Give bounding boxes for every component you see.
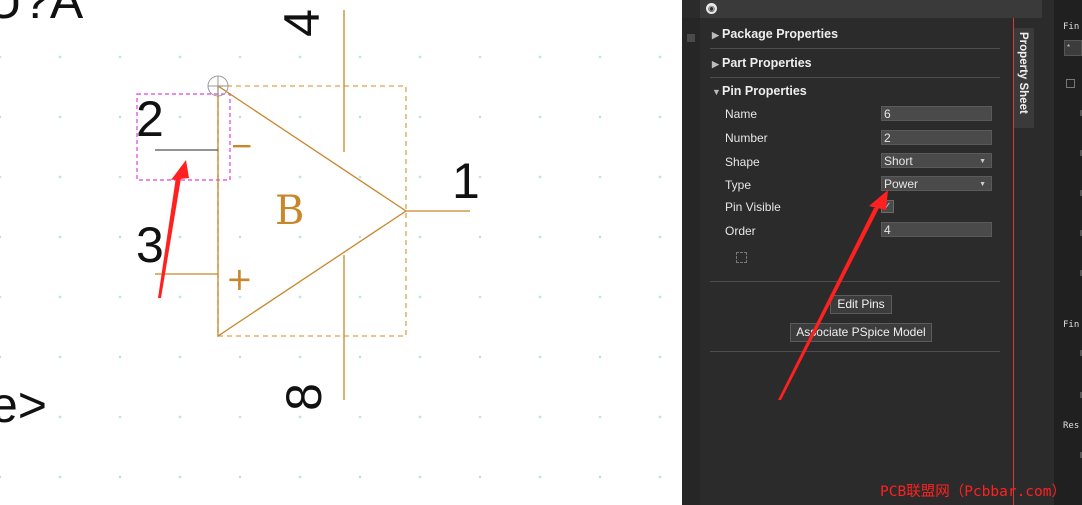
schematic-drawing: − + B	[136, 10, 470, 400]
type-label: Type	[725, 178, 752, 192]
expand-triangle-icon: ▶	[712, 59, 719, 69]
watermark-text: PCB联盟网（Pcbbar.com）	[880, 484, 1066, 500]
reference-designator: U?A	[0, 0, 84, 29]
schematic-canvas[interactable]: − + B U?A e> 4 8 2 3 1	[0, 0, 682, 505]
panel-title-bar: ◉	[700, 0, 1042, 18]
divider	[710, 351, 1000, 352]
pin-number-1[interactable]: 1	[452, 156, 480, 206]
gutter-handle-icon[interactable]	[687, 34, 695, 42]
minus-symbol: −	[230, 129, 253, 162]
find-input[interactable]: *	[1064, 40, 1082, 56]
section-letter: B	[275, 188, 304, 234]
name-label: Name	[725, 107, 758, 121]
results-label: Res	[1063, 421, 1080, 431]
property-sheet-panel: ◉ ▶ Package Properties ▶ Part Properties ▼…	[682, 0, 1042, 505]
pin-visible-label: Pin Visible	[725, 200, 781, 214]
divider	[710, 48, 1000, 49]
associate-pspice-model-button[interactable]: Associate PSpice Model	[790, 323, 932, 342]
collapse-triangle-icon: ▼	[712, 87, 721, 97]
divider	[710, 281, 1000, 282]
order-field[interactable]: 4	[881, 222, 992, 237]
plus-symbol: +	[226, 260, 253, 298]
name-field[interactable]: 6	[881, 106, 992, 121]
section-package-properties[interactable]: ▶ Package Properties	[712, 27, 838, 41]
edit-pins-button[interactable]: Edit Pins	[830, 295, 892, 314]
shape-label: Shape	[725, 155, 760, 169]
number-label: Number	[725, 131, 768, 145]
pin-visible-checkbox[interactable]: ✓	[881, 200, 894, 213]
find-label-2: Fin	[1063, 320, 1080, 330]
divider	[710, 77, 1000, 78]
fit-icon[interactable]	[736, 252, 747, 263]
panel-pin-icon[interactable]: ◉	[706, 3, 717, 14]
section-pin-properties[interactable]: ▼Pin Properties	[712, 84, 807, 98]
panel-gutter	[682, 18, 700, 505]
part-bounding-box	[217, 85, 407, 337]
type-select[interactable]: Power	[881, 176, 992, 192]
panel-splitter[interactable]	[1042, 0, 1054, 505]
shape-select[interactable]: Short	[881, 153, 992, 169]
number-field[interactable]: 2	[881, 130, 992, 145]
right-side-panel: Fin * Fin Res	[1042, 0, 1082, 505]
pin-number-8: 8	[275, 383, 332, 411]
value-label: e>	[0, 377, 48, 433]
opamp-triangle	[217, 84, 408, 338]
section-part-properties[interactable]: ▶ Part Properties	[712, 56, 812, 70]
pin-number-3[interactable]: 3	[136, 220, 164, 270]
pin-number-4: 4	[273, 9, 330, 37]
expand-triangle-icon: ▶	[712, 30, 719, 40]
option-checkbox[interactable]	[1066, 79, 1075, 88]
tab-property-sheet[interactable]: Property Sheet	[1014, 28, 1034, 128]
find-label-1: Fin	[1063, 22, 1080, 32]
order-label: Order	[725, 224, 756, 238]
pin-number-2[interactable]: 2	[136, 94, 164, 144]
